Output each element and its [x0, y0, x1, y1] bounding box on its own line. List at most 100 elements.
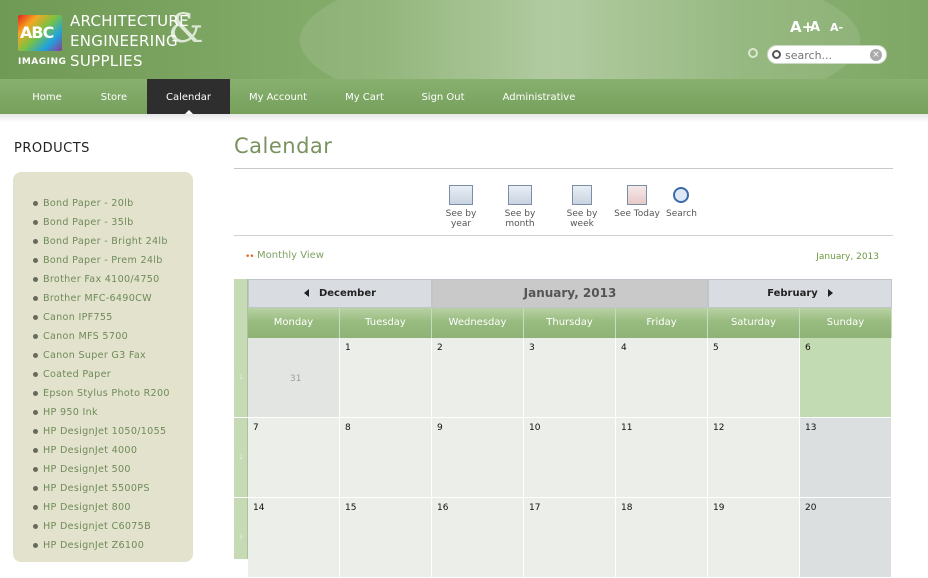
search-button[interactable]: Search — [666, 185, 697, 230]
day-cell[interactable]: 4 — [616, 338, 708, 418]
product-link[interactable]: Bond Paper - 35lb — [33, 216, 170, 235]
see-by-week-label: See by week — [566, 209, 598, 229]
product-link[interactable]: Bond Paper - 20lb — [33, 197, 170, 216]
see-by-week-button[interactable]: See by week — [555, 185, 609, 230]
nav-calendar[interactable]: Calendar — [147, 79, 230, 114]
logo-abc-text: ABC — [20, 23, 54, 42]
monthly-view-label: Monthly View — [257, 250, 324, 261]
magnifier-icon — [673, 187, 689, 203]
day-number: 6 — [805, 343, 811, 353]
year-view-icon — [449, 185, 473, 205]
day-header: Monday — [248, 308, 340, 338]
product-link[interactable]: HP DesignJet 500 — [33, 463, 170, 482]
month-calendar: December January, 2013 February Monday Tu… — [234, 279, 893, 578]
day-cell[interactable]: 19 — [708, 498, 800, 578]
bullet-icon: •• — [245, 252, 255, 262]
view-toolbar: See by year See by month See by week See… — [234, 185, 893, 235]
font-decrease-button[interactable]: A- — [830, 21, 843, 34]
product-link[interactable]: Brother Fax 4100/4750 — [33, 273, 170, 292]
day-cell[interactable]: 11 — [616, 418, 708, 498]
calendar-nav-row: December January, 2013 February — [248, 279, 892, 308]
day-cell[interactable]: 1 — [340, 338, 432, 418]
nav-administrative[interactable]: Administrative — [496, 79, 582, 114]
week-number[interactable]: 3 — [234, 498, 248, 578]
day-number: 8 — [345, 423, 351, 433]
day-number: 16 — [437, 503, 449, 513]
day-number: 18 — [621, 503, 633, 513]
page-title: Calendar — [234, 134, 333, 158]
clear-search-icon[interactable]: × — [870, 49, 882, 61]
see-by-month-button[interactable]: See by month — [492, 185, 548, 230]
day-cell[interactable]: 14 — [248, 498, 340, 578]
product-link[interactable]: HP DesignJet 4000 — [33, 444, 170, 463]
brand-supplies: SUPPLIES — [70, 52, 143, 70]
header-decoration — [300, 0, 860, 79]
day-cell[interactable]: 17 — [524, 498, 616, 578]
nav-sign-out[interactable]: Sign Out — [414, 79, 472, 114]
day-cell[interactable]: 2 — [432, 338, 524, 418]
day-cell[interactable]: 10 — [524, 418, 616, 498]
search-box[interactable]: × — [767, 45, 887, 64]
arrow-left-icon — [303, 289, 309, 297]
day-cell[interactable]: 6 — [800, 338, 892, 418]
see-today-button[interactable]: See Today — [614, 185, 660, 230]
search-icon — [748, 48, 758, 58]
product-link[interactable]: HP DesignJet 1050/1055 — [33, 425, 170, 444]
prev-month-label: December — [318, 288, 377, 299]
day-header: Thursday — [524, 308, 616, 338]
product-link[interactable]: HP Designjet C6075B — [33, 520, 170, 539]
product-link[interactable]: HP DesignJet Z6100 — [33, 539, 170, 558]
nav-my-account[interactable]: My Account — [244, 79, 312, 114]
product-link[interactable]: Epson Stylus Photo R200 — [33, 387, 170, 406]
next-month-label: February — [767, 288, 818, 299]
nav-my-cart[interactable]: My Cart — [337, 79, 392, 114]
nav-store[interactable]: Store — [88, 79, 140, 114]
day-cell[interactable]: 8 — [340, 418, 432, 498]
next-month-button[interactable]: February — [708, 279, 892, 308]
day-number: 10 — [529, 423, 541, 433]
product-link[interactable]: Brother MFC-6490CW — [33, 292, 170, 311]
product-link[interactable]: Canon IPF755 — [33, 311, 170, 330]
day-cell[interactable]: 3 — [524, 338, 616, 418]
see-by-year-button[interactable]: See by year — [436, 185, 486, 230]
day-cell[interactable]: 5 — [708, 338, 800, 418]
search-input[interactable] — [785, 48, 873, 62]
see-today-label: See Today — [614, 209, 660, 219]
product-link[interactable]: HP DesignJet 800 — [33, 501, 170, 520]
product-link[interactable]: Canon MFS 5700 — [33, 330, 170, 349]
day-cell[interactable]: 7 — [248, 418, 340, 498]
logo-imaging-text: IMAGING — [18, 57, 67, 67]
product-link[interactable]: HP DesignJet 5500PS — [33, 482, 170, 501]
day-header: Sunday — [800, 308, 892, 338]
day-header: Friday — [616, 308, 708, 338]
arrow-right-icon — [827, 289, 833, 297]
product-link[interactable]: HP 950 Ink — [33, 406, 170, 425]
day-cell[interactable]: 31 — [248, 338, 340, 418]
day-cell[interactable]: 9 — [432, 418, 524, 498]
product-link[interactable]: Coated Paper — [33, 368, 170, 387]
week-number[interactable]: 2 — [234, 418, 248, 498]
product-link[interactable]: Bond Paper - Bright 24lb — [33, 235, 170, 254]
day-cell[interactable]: 18 — [616, 498, 708, 578]
day-number: 31 — [290, 374, 302, 384]
font-normal-button[interactable]: A — [810, 20, 820, 35]
day-number: 2 — [437, 343, 443, 353]
product-link[interactable]: Bond Paper - Prem 24lb — [33, 254, 170, 273]
week-number[interactable]: 1 — [234, 338, 248, 418]
main-nav: Home Store Calendar My Account My Cart S… — [0, 79, 928, 114]
product-link[interactable]: Canon Super G3 Fax — [33, 349, 170, 368]
day-number: 4 — [621, 343, 627, 353]
divider — [234, 168, 893, 169]
month-view-icon — [508, 185, 532, 205]
nav-home[interactable]: Home — [18, 79, 76, 114]
day-cell[interactable]: 15 — [340, 498, 432, 578]
day-cell[interactable]: 16 — [432, 498, 524, 578]
day-cell[interactable]: 12 — [708, 418, 800, 498]
day-number: 15 — [345, 503, 357, 513]
prev-month-button[interactable]: December — [248, 279, 432, 308]
day-cell[interactable]: 20 — [800, 498, 892, 578]
day-number: 12 — [713, 423, 725, 433]
day-cell[interactable]: 13 — [800, 418, 892, 498]
site-header: ABC IMAGING ARCHITECTURE ENGINEERING SUP… — [0, 0, 928, 79]
products-title: PRODUCTS — [14, 141, 90, 156]
